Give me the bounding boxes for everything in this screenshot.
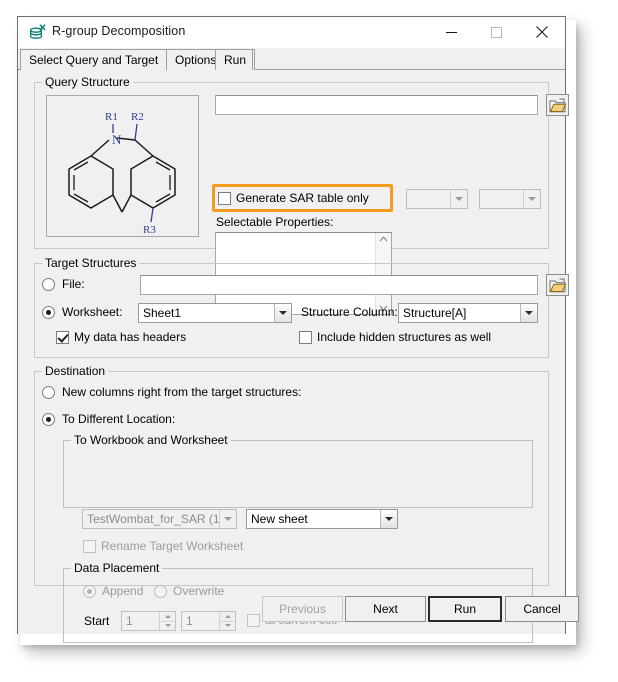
query-smiles-field[interactable] [216, 96, 537, 114]
include-hidden-structures-checkbox[interactable] [299, 331, 312, 344]
run-button-label: Run [453, 602, 476, 616]
window-title: R-group Decomposition [52, 24, 186, 38]
target-worksheet-label: Worksheet: [62, 305, 123, 319]
target-file-browse-button[interactable] [546, 274, 569, 296]
rename-target-worksheet-checkbox[interactable] [83, 540, 96, 553]
title-bar: R-group Decomposition [18, 17, 565, 48]
structure-column-dropdown[interactable]: Structure[A] [398, 303, 538, 323]
next-button-label: Next [373, 602, 398, 616]
r-group-decomposition-dialog: R-group Decomposition Select Query and T… [17, 16, 579, 643]
target-file-input[interactable] [140, 275, 538, 295]
query-structure-group-label: Query Structure [42, 75, 133, 89]
tab-label: Options [175, 53, 217, 67]
chevron-down-icon [274, 304, 291, 322]
destination-different-location-label: To Different Location: [62, 412, 176, 426]
chevron-down-icon [450, 190, 467, 208]
tab-strip: Select Query and Target Options Run [18, 48, 565, 71]
structure-column-value: Structure[A] [403, 306, 467, 320]
maximize-icon[interactable] [474, 17, 519, 47]
to-workbook-and-worksheet-group: To Workbook and Worksheet [63, 433, 533, 508]
destination-workbook-value: TestWombat_for_SAR (1).xl [87, 512, 219, 526]
open-folder-icon [549, 278, 566, 292]
cancel-button-label: Cancel [523, 602, 561, 616]
chevron-up-icon[interactable] [379, 236, 388, 242]
destination-group-label: Destination [42, 364, 109, 378]
minimize-icon[interactable] [429, 17, 474, 47]
to-workbook-and-worksheet-label: To Workbook and Worksheet [71, 433, 231, 447]
query-option-dropdown-2[interactable] [479, 189, 541, 209]
selectable-properties-label: Selectable Properties: [216, 215, 334, 229]
r-group-label-r1: R1 [105, 111, 118, 123]
target-worksheet-value: Sheet1 [143, 306, 182, 320]
target-file-field[interactable] [141, 276, 537, 294]
chevron-down-icon [523, 190, 540, 208]
tab-label: Run [224, 53, 247, 67]
include-hidden-structures-label: Include hidden structures as well [317, 330, 492, 344]
open-folder-icon [549, 98, 566, 112]
query-browse-button[interactable] [546, 94, 569, 116]
close-icon[interactable] [519, 17, 564, 47]
destination-workbook-dropdown[interactable]: TestWombat_for_SAR (1).xl [82, 509, 237, 529]
database-x-icon [29, 24, 47, 42]
data-placement-label: Data Placement [71, 561, 163, 575]
my-data-has-headers-checkbox[interactable] [56, 331, 69, 344]
query-structure-preview[interactable]: N R1 R2 R3 [46, 95, 199, 237]
target-file-label: File: [62, 277, 85, 291]
destination-worksheet-value: New sheet [251, 512, 308, 526]
structure-column-label: Structure Column: [301, 305, 398, 319]
query-option-dropdown-1[interactable] [406, 189, 468, 209]
target-file-radio[interactable] [42, 278, 55, 291]
tab-run[interactable]: Run [215, 49, 256, 70]
atom-label-n: N [112, 132, 122, 147]
tab-strip-divider [252, 49, 253, 70]
target-worksheet-radio[interactable] [42, 306, 55, 319]
run-button[interactable]: Run [428, 596, 502, 622]
generate-sar-table-only-label: Generate SAR table only [236, 191, 369, 205]
destination-worksheet-dropdown[interactable]: New sheet [246, 509, 398, 529]
chevron-down-icon [520, 304, 537, 322]
molecule-drawing: N R1 R2 R3 [68, 111, 176, 236]
chevron-down-icon [219, 510, 236, 528]
tab-select-query-and-target[interactable]: Select Query and Target [20, 49, 168, 71]
my-data-has-headers-label: My data has headers [74, 330, 187, 344]
cancel-button[interactable]: Cancel [505, 596, 579, 622]
destination-different-location-radio[interactable] [42, 413, 55, 426]
previous-button-label: Previous [279, 602, 326, 616]
tab-label: Select Query and Target [29, 53, 159, 67]
r-group-label-r3: R3 [143, 224, 156, 236]
next-button[interactable]: Next [345, 596, 426, 622]
chevron-down-icon [380, 510, 397, 528]
destination-new-columns-radio[interactable] [42, 386, 55, 399]
dialog-footer: Previous Next Run Cancel [18, 584, 579, 634]
target-structures-group-label: Target Structures [42, 256, 140, 270]
dialog-body: Query Structure N R1 R2 R3 Generate SAR … [18, 70, 579, 643]
target-worksheet-dropdown[interactable]: Sheet1 [138, 303, 292, 323]
r-group-label-r2: R2 [131, 111, 144, 123]
rename-target-worksheet-label: Rename Target Worksheet [101, 539, 244, 553]
destination-new-columns-label: New columns right from the target struct… [62, 385, 302, 399]
query-smiles-input[interactable] [215, 95, 538, 115]
previous-button[interactable]: Previous [262, 596, 343, 622]
generate-sar-table-only-checkbox[interactable] [218, 192, 231, 205]
